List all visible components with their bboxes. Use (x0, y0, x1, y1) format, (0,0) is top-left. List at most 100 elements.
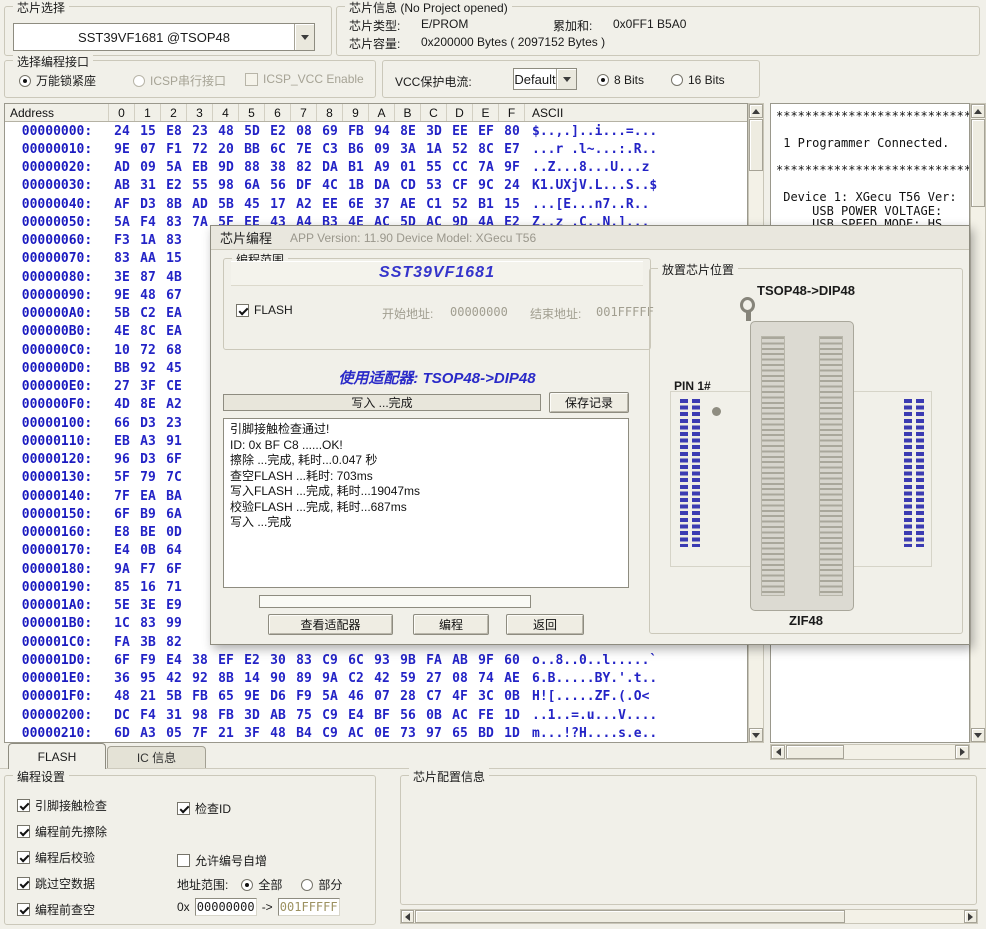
hex-header-cell: 5 (239, 104, 265, 121)
dialog-title-info: APP Version: 11.90 Device Model: XGecu T… (290, 231, 536, 245)
tab-ic-info[interactable]: IC 信息 (107, 746, 206, 768)
checkbox-icon (245, 73, 258, 86)
hex-header-cell: 8 (317, 104, 343, 121)
capacity-label: 芯片容量: (349, 35, 400, 52)
checksum-label: 累加和: (553, 17, 592, 34)
address-range-row: 地址范围: 全部 部分 (177, 876, 342, 893)
hex-header: Address0123456789ABCDEFASCII (5, 104, 747, 122)
settings-checkbox-item[interactable]: 跳过空数据 (17, 876, 107, 890)
hex-row[interactable]: 00000210:6DA3057F213F48B4C9AC0E739765BD1… (5, 724, 747, 742)
chip-config-group: 芯片配置信息 (400, 775, 977, 905)
start-address-label: 开始地址: (382, 305, 433, 322)
hex-row[interactable]: 00000000:2415E823485DE20869FB948E3DEEEF8… (5, 122, 747, 140)
scroll-down-button[interactable] (971, 728, 985, 742)
icsp-serial-radio[interactable]: ICSP串行接口 (133, 72, 226, 89)
log-horizontal-scrollbar[interactable] (770, 744, 970, 760)
hex-row[interactable]: 00000030:AB31E255986A56DF4C1BDACD53CF9C2… (5, 177, 747, 195)
auto-number-checkbox[interactable]: 允许编号自增 (177, 852, 267, 869)
scroll-right-button[interactable] (955, 745, 969, 759)
hex-header-cell: 6 (265, 104, 291, 121)
program-button[interactable]: 编程 (413, 614, 489, 635)
radio-icon (133, 75, 145, 87)
pin1-dot-icon (712, 407, 721, 416)
scroll-up-button[interactable] (749, 104, 763, 118)
settings-checkbox-item[interactable]: 引脚接触检查 (17, 798, 107, 812)
scrollbar-thumb[interactable] (786, 745, 844, 759)
chip-select-combo[interactable]: SST39VF1681 @TSOP48 (13, 23, 315, 51)
capacity-value: 0x200000 Bytes ( 2097152 Bytes ) (421, 35, 605, 49)
hex-row[interactable]: 000001E0:369542928B1490899AC24259270874A… (5, 670, 747, 688)
hex-header-cell: 3 (187, 104, 213, 121)
settings-checkbox-item[interactable]: 编程前先擦除 (17, 824, 107, 838)
scroll-left-button[interactable] (771, 745, 785, 759)
settings-left-checks: 引脚接触检查编程前先擦除编程后校验跳过空数据编程前查空 (17, 798, 107, 916)
chip-placement-group: 放置芯片位置 TSOP48->DIP48 PIN 1# ZIF48 (649, 268, 963, 634)
chevron-down-icon[interactable] (556, 69, 576, 89)
programming-settings-group: 编程设置 引脚接触检查编程前先擦除编程后校验跳过空数据编程前查空 检查ID 允许… (4, 775, 376, 925)
settings-checkbox-item[interactable]: 编程后校验 (17, 850, 107, 864)
vcc-current-select[interactable]: Default (513, 68, 577, 90)
vcc-current-label: VCC保护电流: (395, 73, 472, 90)
dialog-log[interactable]: 引脚接触检查通过! ID: 0x BF C8 ......OK! 擦除 ...完… (223, 418, 629, 588)
dialog-title: 芯片编程 (220, 228, 272, 247)
hex-row[interactable]: 000001D0:6FF9E438EFE23083C96C939BFAAB9F6… (5, 651, 747, 669)
range-part-radio[interactable]: 部分 (301, 876, 342, 893)
programmer-window: 芯片选择 SST39VF1681 @TSOP48 芯片信息 (No Projec… (0, 0, 986, 929)
tab-flash[interactable]: FLASH (8, 743, 106, 769)
radio-icon (597, 74, 609, 86)
hex-header-cell: 7 (291, 104, 317, 121)
chip-info-group-title: 芯片信息 (No Project opened) (345, 0, 512, 16)
hex-row[interactable]: 00000200:DCF43198FB3DAB75C9E4BF560BACFE1… (5, 706, 747, 724)
check-id-checkbox[interactable]: 检查ID (177, 800, 231, 817)
checkbox-icon (17, 851, 30, 864)
flash-checkbox[interactable]: FLASH (236, 303, 293, 317)
checkbox-label: 编程前查空 (35, 901, 95, 918)
scroll-right-button[interactable] (964, 910, 977, 923)
dialog-titlebar[interactable]: 芯片编程 APP Version: 11.90 Device Model: XG… (211, 226, 969, 250)
hex-row[interactable]: 00000010:9E07F17220BB6C7EC3B6093A1A528CE… (5, 140, 747, 158)
adapter-type-label: TSOP48->DIP48 (650, 283, 962, 298)
universal-socket-radio[interactable]: 万能锁紧座 (19, 72, 96, 89)
vcc-current-value: Default (514, 69, 556, 89)
hex-row[interactable]: 00000040:AFD38BAD5B4517A2EE6E37AEC152B11… (5, 195, 747, 213)
hex-header-cell: A (369, 104, 395, 121)
range-start-input[interactable]: 00000000 (195, 898, 257, 916)
save-log-button[interactable]: 保存记录 (549, 392, 629, 413)
hex-header-cell: E (473, 104, 499, 121)
log-vertical-scrollbar[interactable] (970, 103, 986, 743)
checksum-value: 0x0FF1 B5A0 (613, 17, 686, 31)
16bits-radio[interactable]: 16 Bits (671, 73, 725, 87)
chip-type-label: 芯片类型: (349, 17, 400, 34)
range-end-input[interactable]: 001FFFFF (278, 898, 340, 916)
icsp-vcc-checkbox[interactable]: ICSP_VCC Enable (245, 72, 364, 86)
view-adapter-button[interactable]: 查看适配器 (268, 614, 393, 635)
checkbox-label: 允许编号自增 (195, 852, 267, 869)
range-arrow-label: -> (262, 900, 273, 914)
radio-icon (671, 74, 683, 86)
scroll-left-button[interactable] (401, 910, 414, 923)
range-all-radio[interactable]: 全部 (241, 876, 282, 893)
8bits-radio[interactable]: 8 Bits (597, 73, 644, 87)
scroll-up-button[interactable] (971, 104, 985, 118)
chip-select-value: SST39VF1681 @TSOP48 (14, 24, 294, 50)
programming-dialog: 芯片编程 APP Version: 11.90 Device Model: XG… (210, 225, 970, 645)
hex-row[interactable]: 00000020:AD095AEB9D883882DAB1A90155CC7A9… (5, 159, 747, 177)
hex-row[interactable]: 000001F0:48215BFB659ED6F95A460728C74F3C0… (5, 688, 747, 706)
tabs-divider (0, 768, 986, 769)
end-address-label: 结束地址: (530, 305, 581, 322)
scrollbar-thumb[interactable] (415, 910, 845, 923)
chip-info-group: 芯片信息 (No Project opened) 芯片类型: E/PROM 累加… (336, 6, 980, 56)
radio-label: 部分 (318, 876, 342, 893)
progress-bar: 写入 ...完成 (223, 394, 541, 411)
back-button[interactable]: 返回 (506, 614, 584, 635)
chevron-down-icon[interactable] (294, 24, 314, 50)
settings-checkbox-item[interactable]: 编程前查空 (17, 902, 107, 916)
radio-icon (19, 75, 31, 87)
scroll-down-button[interactable] (749, 728, 763, 742)
bottom-horizontal-scrollbar[interactable] (400, 909, 978, 924)
scrollbar-thumb[interactable] (749, 119, 763, 171)
hex-header-cell: C (421, 104, 447, 121)
radio-label: 8 Bits (614, 73, 644, 87)
scrollbar-thumb[interactable] (971, 119, 985, 207)
placement-group-title: 放置芯片位置 (658, 261, 738, 278)
